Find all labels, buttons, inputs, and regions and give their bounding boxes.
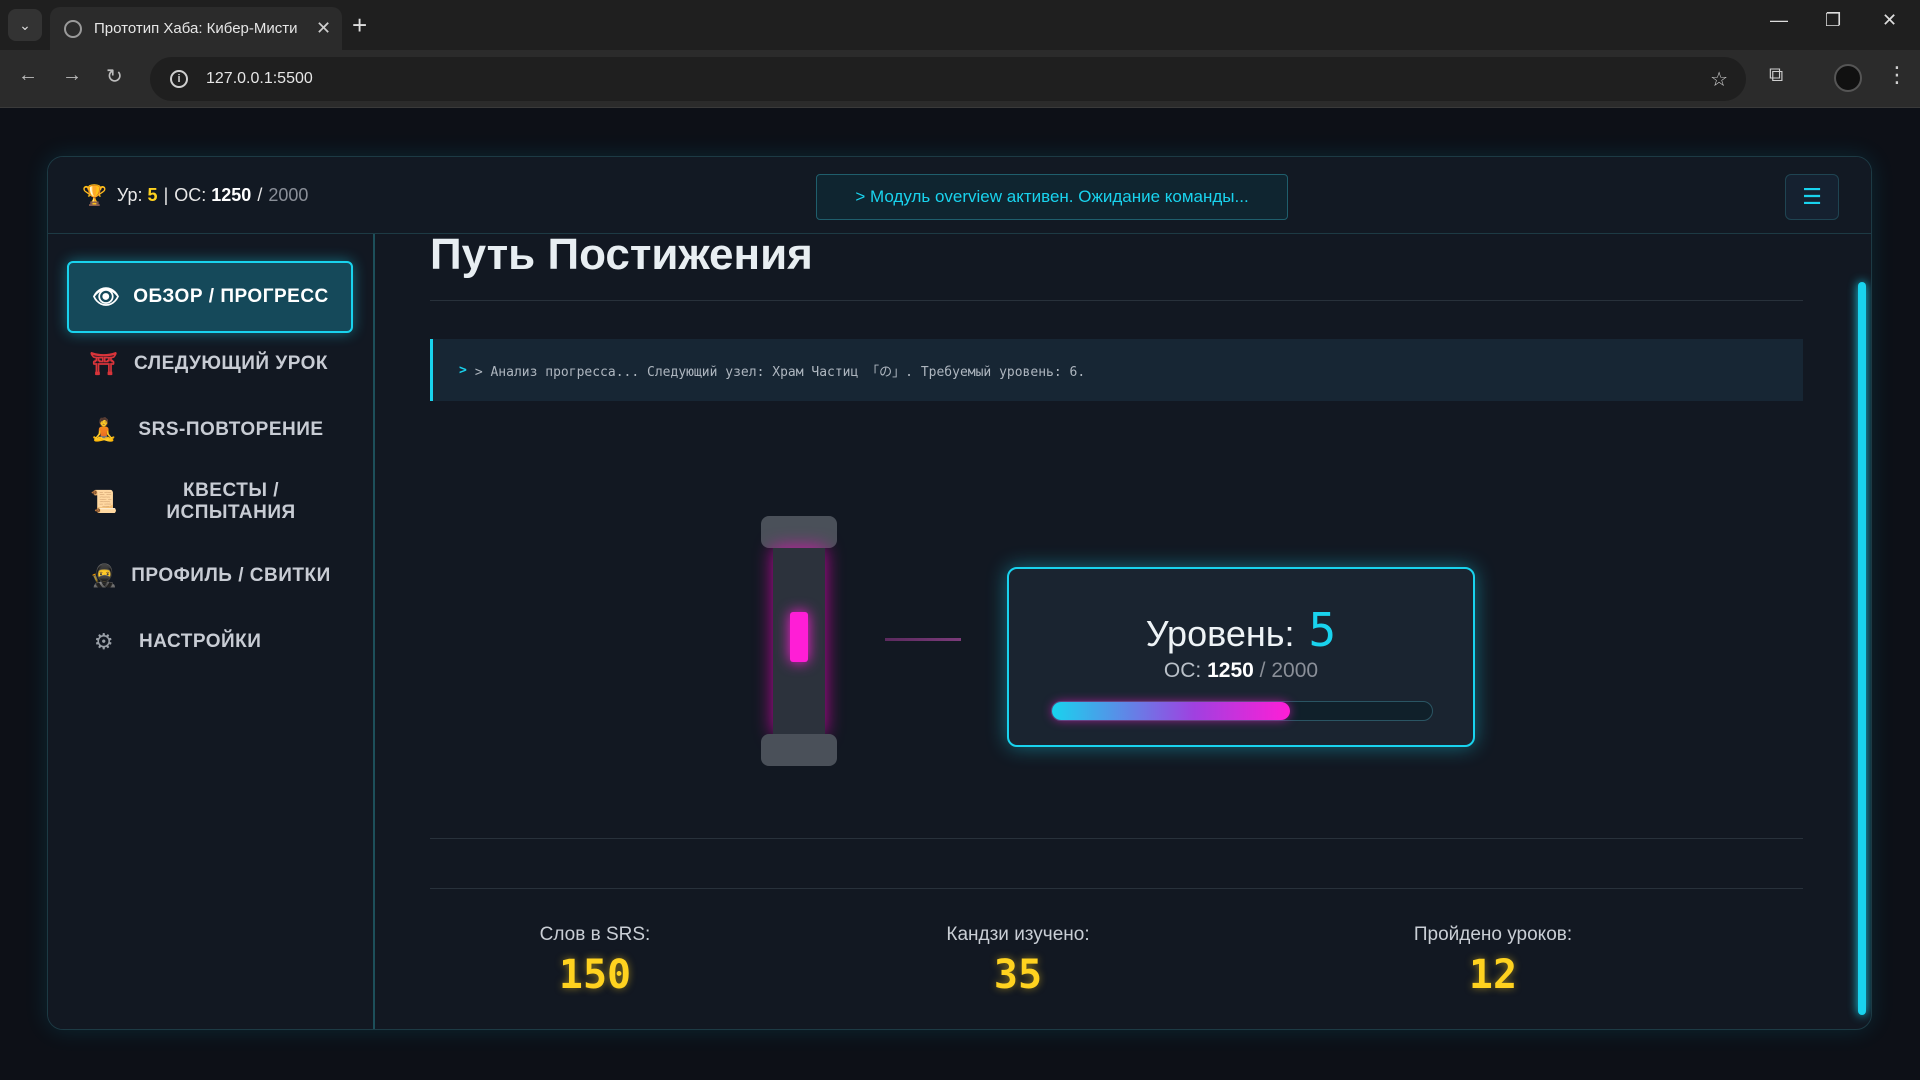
globe-icon bbox=[64, 19, 82, 38]
sidebar-item-label: СЛЕДУЮЩИЙ УРОК bbox=[133, 353, 328, 374]
analysis-log: > > Анализ прогресса... Следующий узел: … bbox=[430, 339, 1803, 401]
gear-icon: ⚙ bbox=[93, 629, 115, 654]
stat-srs-words: Слов в SRS: 150 bbox=[445, 924, 745, 998]
stat-label: Пройдено уроков: bbox=[1413, 924, 1573, 945]
page-viewport: 🏆 Ур: 5 | ОС: 1250 / 2000 > Модуль overv… bbox=[0, 108, 1920, 1080]
capsule-bottom-cap bbox=[761, 734, 837, 766]
scrollbar[interactable] bbox=[1858, 282, 1866, 1015]
sidebar-item-quests[interactable]: 📜 КВЕСТЫ / ИСПЫТАНИЯ bbox=[67, 470, 353, 534]
browser-menu-icon[interactable]: ⋮ bbox=[1886, 62, 1908, 88]
close-icon[interactable]: ✕ bbox=[316, 18, 331, 39]
extensions-icon[interactable]: ⧉ bbox=[1769, 64, 1783, 87]
sidebar-item-label: ОБЗОР / ПРОГРЕСС bbox=[133, 286, 329, 307]
sidebar-item-label: SRS-ПОВТОРЕНИЕ bbox=[138, 419, 324, 440]
url-text: 127.0.0.1:5500 bbox=[206, 70, 313, 87]
reload-icon[interactable]: ↻ bbox=[106, 64, 123, 89]
sidebar-item-settings[interactable]: ⚙ НАСТРОЙКИ bbox=[67, 620, 353, 664]
stat-lessons-done: Пройдено уроков: 12 bbox=[1343, 924, 1643, 998]
stat-label: Кандзи изучено: bbox=[946, 924, 1090, 945]
hub-header: 🏆 Ур: 5 | ОС: 1250 / 2000 > Модуль overv… bbox=[48, 157, 1871, 234]
page-title: Путь Постижения bbox=[430, 230, 813, 279]
meditation-icon: 🧘 bbox=[90, 417, 118, 442]
level-capsule-node[interactable] bbox=[761, 516, 837, 766]
divider bbox=[430, 888, 1803, 889]
os-card-current: 1250 bbox=[1207, 659, 1254, 682]
hub-container: 🏆 Ур: 5 | ОС: 1250 / 2000 > Модуль overv… bbox=[47, 156, 1872, 1030]
level-label: Ур: bbox=[116, 185, 143, 205]
stat-value: 150 bbox=[558, 952, 632, 998]
os-progress-text: ОС: 1250 / 2000 bbox=[1009, 659, 1473, 683]
restore-icon[interactable]: ❐ bbox=[1825, 10, 1841, 31]
browser-toolbar: ← → ↻ i 127.0.0.1:5500 ☆ ⧉ ⋮ bbox=[0, 50, 1920, 108]
capsule-top-cap bbox=[761, 516, 837, 548]
trophy-icon: 🏆 bbox=[82, 185, 107, 207]
console-status: > Модуль overview активен. Ожидание кома… bbox=[816, 174, 1288, 220]
divider bbox=[430, 838, 1803, 839]
browser-tabbar: ⌄ Прототип Хаба: Кибер-Мисти ✕ + — ❐ ✕ bbox=[0, 0, 1920, 50]
sidebar-item-label: ПРОФИЛЬ / СВИТКИ bbox=[131, 565, 331, 586]
divider bbox=[430, 300, 1803, 301]
os-progress-bar bbox=[1051, 701, 1433, 721]
profile-avatar[interactable] bbox=[1834, 64, 1862, 92]
chevron-right-icon: > bbox=[459, 362, 467, 378]
sidebar-item-profile[interactable]: 🥷 ПРОФИЛЬ / СВИТКИ bbox=[67, 554, 353, 598]
os-card-label: ОС: bbox=[1163, 659, 1202, 682]
eye-icon: 👁 bbox=[91, 284, 121, 309]
ninja-icon: 🥷 bbox=[90, 563, 118, 588]
torii-gate-icon: ⛩ bbox=[89, 351, 119, 376]
os-current: 1250 bbox=[211, 185, 252, 205]
node-connector bbox=[885, 638, 961, 641]
stat-value: 12 bbox=[1468, 952, 1518, 998]
stat-label: Слов в SRS: bbox=[539, 924, 651, 945]
address-bar[interactable]: i 127.0.0.1:5500 ☆ bbox=[150, 57, 1746, 101]
browser-tab[interactable]: Прототип Хаба: Кибер-Мисти ✕ bbox=[50, 7, 342, 50]
os-card-max: 2000 bbox=[1271, 659, 1319, 682]
capsule-core bbox=[790, 612, 808, 662]
level-card-label: Уровень: bbox=[1145, 613, 1295, 654]
forward-icon[interactable]: → bbox=[62, 64, 82, 87]
os-label: ОС: bbox=[174, 185, 207, 205]
minimize-icon[interactable]: — bbox=[1770, 10, 1788, 31]
os-separator: / bbox=[257, 185, 263, 205]
site-info-icon[interactable]: i bbox=[170, 70, 188, 88]
sidebar-item-label: НАСТРОЙКИ bbox=[139, 631, 262, 652]
window-close-icon[interactable]: ✕ bbox=[1882, 10, 1897, 31]
level-heading: Уровень: 5 bbox=[1009, 603, 1473, 657]
new-tab-button[interactable]: + bbox=[352, 10, 367, 40]
main-content: Путь Постижения > > Анализ прогресса... … bbox=[377, 230, 1871, 1029]
tab-title: Прототип Хаба: Кибер-Мисти bbox=[94, 20, 298, 37]
player-stats: 🏆 Ур: 5 | ОС: 1250 / 2000 bbox=[82, 183, 308, 208]
log-text: > Анализ прогресса... Следующий узел: Хр… bbox=[474, 364, 1086, 380]
sidebar-item-overview[interactable]: 👁 ОБЗОР / ПРОГРЕСС bbox=[67, 261, 353, 333]
os-progress-fill bbox=[1052, 702, 1290, 720]
stats-divider: | bbox=[163, 185, 169, 205]
sidebar-item-srs[interactable]: 🧘 SRS-ПОВТОРЕНИЕ bbox=[67, 408, 353, 452]
bookmark-star-icon[interactable]: ☆ bbox=[1710, 67, 1728, 92]
os-max: 2000 bbox=[268, 185, 309, 205]
scroll-icon: 📜 bbox=[90, 489, 118, 514]
sidebar: 👁 ОБЗОР / ПРОГРЕСС ⛩ СЛЕДУЮЩИЙ УРОК 🧘 SR… bbox=[48, 234, 375, 1029]
sidebar-item-label: КВЕСТЫ / ИСПЫТАНИЯ bbox=[166, 480, 296, 523]
stat-kanji-learned: Кандзи изучено: 35 bbox=[868, 924, 1168, 998]
stat-value: 35 bbox=[993, 952, 1043, 998]
level-card-value: 5 bbox=[1308, 603, 1337, 657]
hamburger-menu-icon[interactable]: ☰ bbox=[1785, 174, 1839, 220]
os-card-separator: / bbox=[1259, 659, 1266, 682]
back-icon[interactable]: ← bbox=[18, 64, 38, 87]
sidebar-item-next-lesson[interactable]: ⛩ СЛЕДУЮЩИЙ УРОК bbox=[67, 342, 353, 386]
level-card: Уровень: 5 ОС: 1250 / 2000 bbox=[1007, 567, 1475, 747]
tab-search-button[interactable]: ⌄ bbox=[8, 9, 42, 41]
level-value: 5 bbox=[147, 185, 158, 205]
